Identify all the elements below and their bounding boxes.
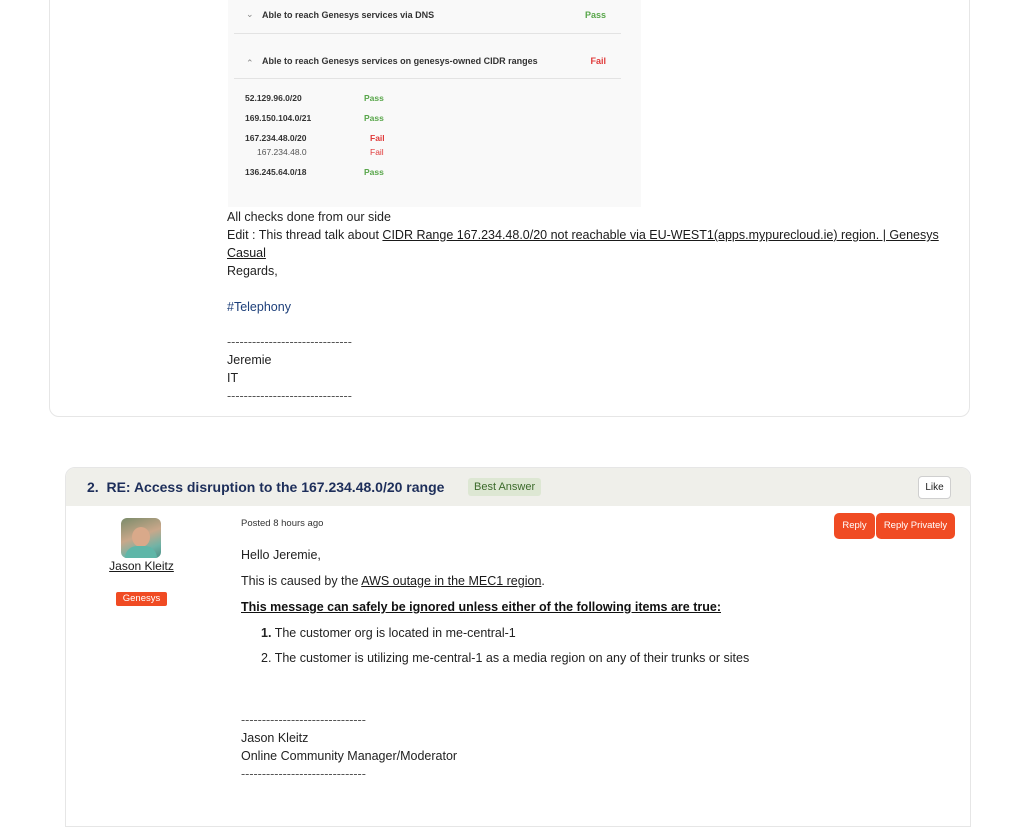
cidr-subrange: 167.234.48.0 bbox=[257, 147, 307, 157]
cidr-range: 167.234.48.0/20 bbox=[245, 133, 307, 143]
connectivity-check-screenshot: ⌄ Able to reach Genesys services via DNS… bbox=[228, 0, 641, 207]
reply-button[interactable]: Reply bbox=[834, 513, 875, 539]
post-header: 2. RE: Access disruption to the 167.234.… bbox=[66, 468, 970, 506]
greeting: Hello Jeremie, bbox=[241, 548, 321, 562]
cidr-check-status: Fail bbox=[590, 56, 606, 66]
signature-separator: ------------------------------ bbox=[241, 713, 366, 727]
cidr-range: 52.129.96.0/20 bbox=[245, 93, 302, 103]
list-item: 1. The customer org is located in me-cen… bbox=[261, 626, 516, 640]
divider bbox=[234, 78, 621, 79]
signature-separator: ------------------------------ bbox=[227, 335, 352, 349]
signature-separator: ------------------------------ bbox=[241, 767, 366, 781]
list-item: 2. The customer is utilizing me-central-… bbox=[261, 651, 750, 665]
post-title[interactable]: 2. RE: Access disruption to the 167.234.… bbox=[87, 479, 444, 495]
divider bbox=[234, 33, 621, 34]
like-button[interactable]: Like bbox=[918, 476, 951, 499]
signature-separator: ------------------------------ bbox=[227, 389, 352, 403]
dns-check-status: Pass bbox=[584, 10, 606, 20]
cidr-range-status: Pass bbox=[364, 167, 384, 177]
cidr-range: 169.150.104.0/21 bbox=[245, 113, 312, 123]
best-answer-badge: Best Answer bbox=[468, 478, 542, 496]
warning-text: This message can safely be ignored unles… bbox=[241, 600, 721, 614]
chevron-up-icon: ⌃ bbox=[246, 58, 254, 68]
edit-prefix: Edit : This thread talk about bbox=[227, 228, 383, 242]
post-body-regards: Regards, bbox=[227, 264, 278, 278]
thread-link[interactable]: CIDR Range 167.234.48.0/20 not reachable… bbox=[382, 228, 938, 242]
cidr-subrange-status: Fail bbox=[370, 147, 384, 157]
aws-outage-link[interactable]: AWS outage in the MEC1 region bbox=[361, 574, 541, 588]
cidr-range-status: Pass bbox=[364, 113, 384, 123]
thread-link-continued[interactable]: Casual bbox=[227, 244, 266, 262]
signature-dept: IT bbox=[227, 371, 239, 385]
reply-privately-button[interactable]: Reply Privately bbox=[876, 513, 955, 539]
signature-name: Jeremie bbox=[227, 353, 272, 367]
hashtag-link[interactable]: #Telephony bbox=[227, 298, 291, 316]
signature-title: Online Community Manager/Moderator bbox=[241, 749, 458, 763]
cidr-range-status: Pass bbox=[364, 93, 384, 103]
post-body-edit: Edit : This thread talk about CIDR Range… bbox=[227, 226, 947, 244]
post-timestamp: Posted 8 hours ago bbox=[241, 518, 324, 529]
author-role-badge: Genesys bbox=[116, 592, 167, 606]
cidr-check-label: Able to reach Genesys services on genesy… bbox=[262, 56, 538, 66]
chevron-down-icon: ⌄ bbox=[246, 9, 254, 19]
dns-check-label: Able to reach Genesys services via DNS bbox=[262, 10, 435, 20]
avatar[interactable] bbox=[121, 518, 161, 558]
cidr-range-status: Fail bbox=[370, 133, 385, 143]
cidr-range: 136.245.64.0/18 bbox=[245, 167, 307, 177]
post-body-line: All checks done from our side bbox=[227, 210, 391, 224]
cause-line: This is caused by the AWS outage in the … bbox=[241, 574, 545, 588]
author-name-link[interactable]: Jason Kleitz bbox=[66, 559, 217, 573]
post-card-2: 2. RE: Access disruption to the 167.234.… bbox=[65, 467, 971, 827]
signature-name: Jason Kleitz bbox=[241, 731, 309, 745]
